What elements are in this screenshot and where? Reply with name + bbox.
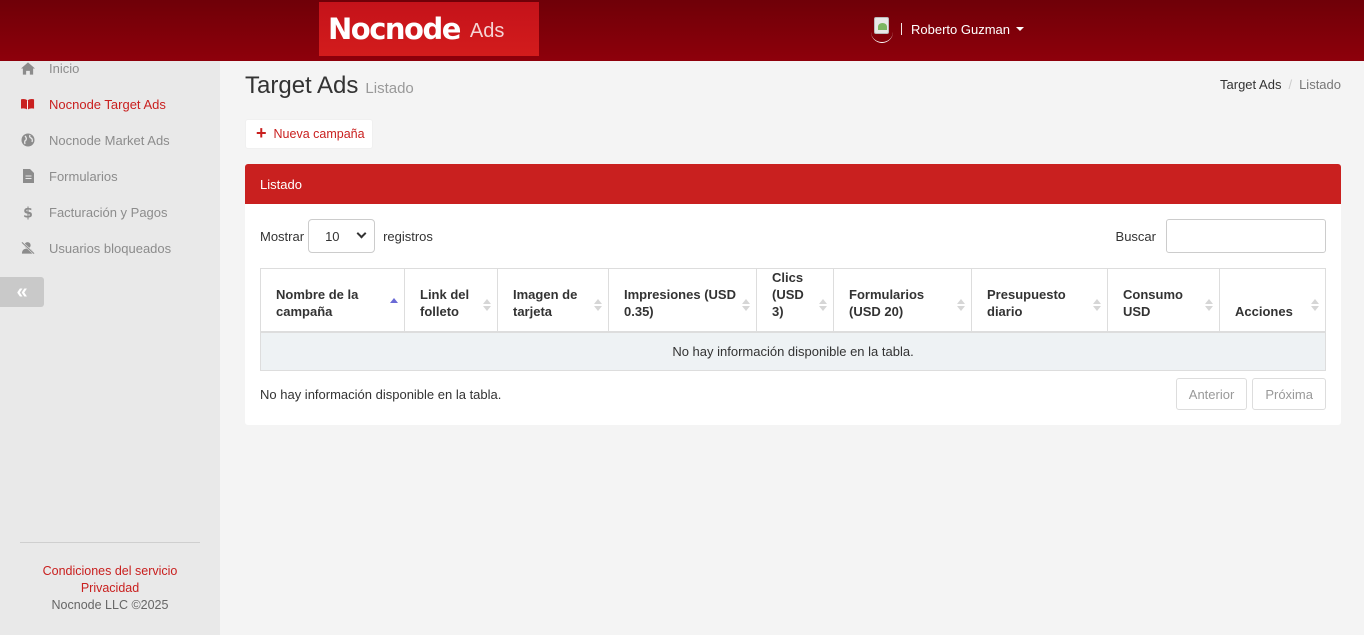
column-header-acciones[interactable]: Acciones (1219, 268, 1326, 333)
column-header-imagen[interactable]: Imagen de tarjeta (497, 268, 609, 333)
column-header-presupuesto[interactable]: Presupuesto diario (971, 268, 1108, 333)
sidebar: Inicio Nocnode Target Ads Nocnode Market… (0, 61, 220, 635)
column-header-formularios[interactable]: Formularios (USD 20) (833, 268, 972, 333)
sidebar-item-label: Facturación y Pagos (49, 204, 168, 220)
table-header-row: Nombre de la campaña Link del folleto Im… (260, 268, 1326, 333)
sort-icon (1205, 299, 1213, 311)
privacy-link[interactable]: Privacidad (0, 580, 220, 597)
empty-table-message: No hay información disponible en la tabl… (260, 332, 1326, 370)
home-icon (21, 61, 35, 75)
sidebar-footer: Condiciones del servicio Privacidad Nocn… (0, 563, 220, 614)
column-header-clics[interactable]: Clics (USD 3) (756, 268, 834, 333)
new-campaign-label: Nueva campaña (273, 127, 365, 141)
sort-icon (819, 299, 827, 311)
user-blocked-icon (21, 241, 35, 255)
svg-text:$: $ (23, 205, 33, 220)
plus-icon: + (256, 123, 267, 143)
sidebar-item-label: Usuarios bloqueados (49, 240, 172, 256)
page-size-select[interactable]: 10 (308, 219, 376, 253)
terms-link[interactable]: Condiciones del servicio (0, 563, 220, 580)
column-header-link[interactable]: Link del folleto (404, 268, 498, 333)
sort-icon (742, 299, 750, 311)
column-header-consumo[interactable]: Consumo USD (1107, 268, 1220, 333)
sidebar-item-label: Formularios (49, 168, 118, 184)
sidebar-item-label: Inicio (49, 60, 80, 76)
sort-icon (1093, 299, 1101, 311)
column-header-impresiones[interactable]: Impresiones (USD 0.35) (608, 268, 757, 333)
listing-panel: Listado Mostrar 10 registros Buscar Nomb… (245, 164, 1341, 425)
dollar-icon: $ (21, 205, 35, 220)
page-subtitle: Listado (365, 80, 414, 97)
file-icon (21, 169, 35, 183)
sidebar-item-formularios[interactable]: Formularios (0, 158, 220, 194)
sort-icon (594, 299, 602, 311)
pagination: Anterior Próxima (1171, 378, 1326, 410)
breadcrumb-item-target-ads[interactable]: Target Ads (1220, 77, 1281, 92)
page-size-value: 10 (325, 228, 340, 244)
sidebar-collapse-button[interactable]: « (0, 277, 44, 307)
copyright-text: Nocnode LLC ©2025 (51, 598, 169, 612)
panel-header: Listado (245, 164, 1341, 204)
divider (901, 23, 902, 35)
panel-title: Listado (260, 176, 302, 192)
sort-asc-icon (390, 298, 398, 304)
page-title: Target Ads Listado (245, 72, 414, 100)
brand-suffix: Ads (469, 19, 505, 42)
user-name: Roberto Guzman (911, 21, 1010, 37)
avatar (871, 15, 893, 43)
campaigns-table: Nombre de la campaña Link del folleto Im… (260, 268, 1326, 371)
sidebar-item-target-ads[interactable]: Nocnode Target Ads (0, 86, 220, 122)
sidebar-item-inicio[interactable]: Inicio (0, 50, 220, 86)
sidebar-item-label: Nocnode Market Ads (49, 132, 170, 148)
sort-icon (483, 299, 491, 311)
book-icon (21, 97, 35, 111)
new-campaign-button[interactable]: + Nueva campaña (245, 119, 373, 149)
user-menu[interactable]: Roberto Guzman (871, 14, 1024, 44)
breadcrumb-item-listado: Listado (1299, 77, 1341, 92)
breadcrumb: Target Ads / Listado (1220, 77, 1341, 92)
previous-page-button[interactable]: Anterior (1175, 378, 1248, 410)
search-control: Buscar (1116, 219, 1326, 253)
sort-icon (957, 299, 965, 311)
show-label: Mostrar (260, 228, 305, 244)
next-page-button[interactable]: Próxima (1252, 378, 1326, 410)
search-label: Buscar (1115, 228, 1156, 244)
column-header-nombre[interactable]: Nombre de la campaña (260, 268, 405, 333)
sort-icon (1311, 299, 1319, 311)
table-row: No hay información disponible en la tabl… (260, 332, 1326, 370)
sidebar-item-label: Nocnode Target Ads (49, 96, 166, 112)
breadcrumb-divider: / (1288, 77, 1293, 92)
brand-name: Nocnode (328, 12, 461, 46)
table-info: No hay información disponible en la tabl… (260, 387, 502, 402)
sidebar-item-usuarios-bloqueados[interactable]: Usuarios bloqueados (0, 230, 220, 266)
page-size-control: Mostrar 10 registros (260, 219, 433, 253)
records-label: registros (383, 228, 433, 244)
sidebar-item-facturacion[interactable]: $ Facturación y Pagos (0, 194, 220, 230)
page-title-text: Target Ads (245, 72, 359, 99)
brand-logo[interactable]: Nocnode Ads (319, 2, 539, 56)
search-input[interactable] (1166, 219, 1326, 253)
sidebar-divider (20, 542, 200, 543)
globe-icon (21, 133, 35, 147)
chevron-down-icon (356, 228, 367, 239)
caret-down-icon (1016, 27, 1024, 31)
sidebar-item-market-ads[interactable]: Nocnode Market Ads (0, 122, 220, 158)
